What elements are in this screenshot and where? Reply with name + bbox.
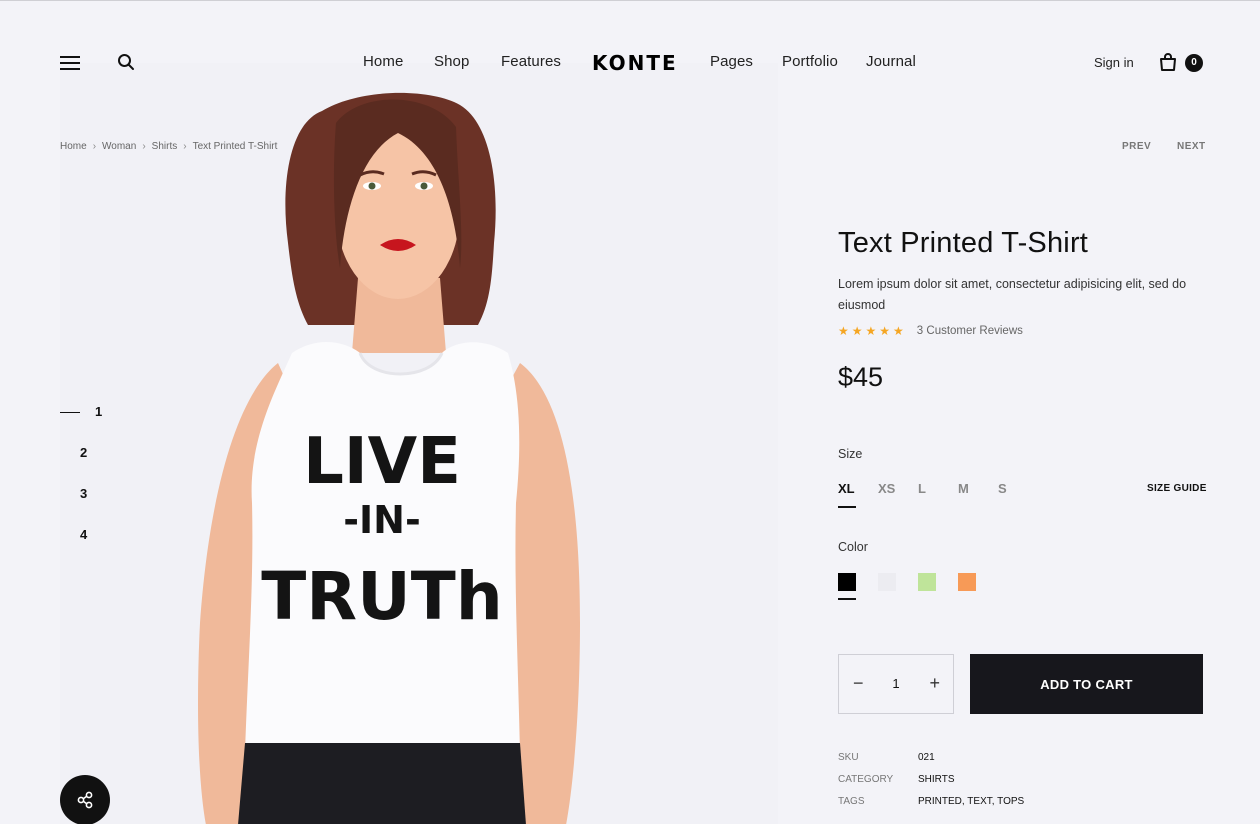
next-product-link[interactable]: NEXT xyxy=(1177,141,1206,152)
reviews-link[interactable]: 3 Customer Reviews xyxy=(917,325,1023,337)
breadcrumb-shirts[interactable]: Shirts xyxy=(152,141,178,152)
color-swatch-black[interactable] xyxy=(838,573,856,600)
prev-product-link[interactable]: PREV xyxy=(1122,141,1151,152)
product-title: Text Printed T-Shirt xyxy=(838,227,1089,259)
size-option-xs[interactable]: XS xyxy=(878,481,918,496)
tags-label: TAGS xyxy=(838,796,865,807)
share-button[interactable] xyxy=(60,775,110,824)
product-price: $45 xyxy=(838,361,884,392)
slide-dot-3[interactable]: 3 xyxy=(80,486,87,501)
slide-dot-4[interactable]: 4 xyxy=(80,527,87,542)
slide-dot-2[interactable]: 2 xyxy=(80,445,87,460)
color-selector xyxy=(838,573,976,600)
nav-pages[interactable]: Pages xyxy=(710,53,753,70)
shirt-print-line-3: TRUTh xyxy=(261,558,502,635)
tag-link[interactable]: PRINTED xyxy=(918,796,962,807)
site-logo[interactable]: KONTE xyxy=(592,51,678,75)
tag-link[interactable]: TEXT xyxy=(967,796,991,807)
chevron-right-icon: › xyxy=(183,141,187,152)
size-option-l[interactable]: L xyxy=(918,481,958,496)
size-selector: XL XS L M S xyxy=(838,481,1038,508)
nav-features[interactable]: Features xyxy=(501,53,561,70)
sign-in-link[interactable]: Sign in xyxy=(1094,55,1134,70)
size-label: Size xyxy=(838,447,863,461)
product-meta: SKU 021 CATEGORY SHIRTS TAGS PRINTED, TE… xyxy=(838,752,1024,818)
size-option-s[interactable]: S xyxy=(998,481,1038,496)
nav-shop[interactable]: Shop xyxy=(434,53,469,70)
shirt-print-line-1: LIVE xyxy=(303,425,461,499)
shirt-print-line-2: -IN- xyxy=(343,498,420,542)
star-rating-icon: ★★★★★ xyxy=(838,323,907,338)
slide-dot-1[interactable]: 1 xyxy=(95,404,102,419)
breadcrumb: Home › Woman › Shirts › Text Printed T-S… xyxy=(60,141,277,152)
cart-count-badge: 0 xyxy=(1185,54,1203,72)
tags-list: PRINTED, TEXT, TOPS xyxy=(918,796,1025,807)
color-swatch-green[interactable] xyxy=(918,573,936,591)
sku-value: 021 xyxy=(918,752,935,763)
color-label: Color xyxy=(838,540,868,554)
breadcrumb-woman[interactable]: Woman xyxy=(102,141,136,152)
color-swatch-white[interactable] xyxy=(878,573,896,591)
nav-home[interactable]: Home xyxy=(363,53,403,70)
sku-label: SKU xyxy=(838,752,859,763)
nav-journal[interactable]: Journal xyxy=(866,53,916,70)
plus-icon[interactable]: + xyxy=(929,673,940,694)
share-icon xyxy=(77,791,93,809)
product-image: LIVE -IN- TRUTh xyxy=(60,63,778,824)
breadcrumb-home[interactable]: Home xyxy=(60,141,87,152)
category-label: CATEGORY xyxy=(838,774,894,785)
breadcrumb-current: Text Printed T-Shirt xyxy=(192,141,278,152)
size-guide-link[interactable]: SIZE GUIDE xyxy=(1147,483,1207,494)
size-option-xl[interactable]: XL xyxy=(838,481,878,508)
product-summary: Text Printed T-Shirt Lorem ipsum dolor s… xyxy=(838,226,1203,393)
category-link[interactable]: SHIRTS xyxy=(918,774,955,796)
add-to-cart-button[interactable]: ADD TO CART xyxy=(970,654,1203,714)
chevron-right-icon: › xyxy=(142,141,146,152)
tag-link[interactable]: TOPS xyxy=(997,796,1024,807)
shopping-bag-icon[interactable] xyxy=(1158,52,1178,72)
product-rating: ★★★★★ 3 Customer Reviews xyxy=(838,324,1203,338)
color-swatch-orange[interactable] xyxy=(958,573,976,591)
site-header: Home Shop Features Pages Portfolio Journ… xyxy=(0,1,1260,121)
nav-portfolio[interactable]: Portfolio xyxy=(782,53,838,70)
product-description: Lorem ipsum dolor sit amet, consectetur … xyxy=(838,276,1187,312)
chevron-right-icon: › xyxy=(92,141,97,152)
active-slide-indicator xyxy=(60,412,80,413)
size-option-m[interactable]: M xyxy=(958,481,998,496)
quantity-stepper: − 1 + xyxy=(838,654,954,714)
